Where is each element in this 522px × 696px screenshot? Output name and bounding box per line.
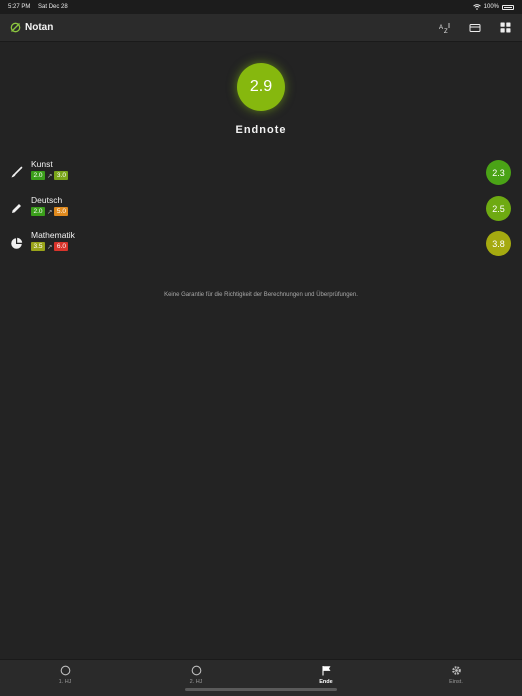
svg-text:A: A	[439, 25, 443, 31]
from-grade-chip: 2.0	[31, 171, 45, 180]
app-title: Notan	[10, 22, 53, 33]
arrow-up-right-icon: ↗	[47, 208, 53, 216]
flag-icon	[320, 664, 332, 676]
subject-name: Kunst	[31, 159, 53, 169]
subject-row-mathematik[interactable]: Mathematik 3.5 ↗ 6.0 3.8	[0, 229, 522, 259]
to-grade-chip: 3.0	[54, 171, 69, 180]
subject-name: Mathematik	[31, 230, 75, 240]
slashed-circle-icon	[10, 22, 21, 33]
tab-label: 2. HJ	[189, 679, 203, 685]
app-title-text: Notan	[25, 22, 54, 33]
final-grade-circle: 2.9	[237, 63, 285, 111]
arrow-up-right-icon: ↗	[47, 172, 53, 180]
from-grade-chip: 2.0	[31, 207, 45, 216]
disclaimer-text: Keine Garantie für die Richtigkeit der B…	[164, 292, 358, 298]
status-time: 5:27 PM	[8, 4, 31, 10]
pie-chart-icon	[9, 236, 23, 250]
tab-label: Einst.	[449, 679, 463, 685]
status-date: Sat Dec 28	[38, 4, 68, 10]
to-grade-chip: 6.0	[54, 242, 69, 251]
subject-row-deutsch[interactable]: Deutsch 2.0 ↗ 5.0 2.5	[0, 194, 522, 224]
result-grade-circle: 3.8	[486, 231, 511, 256]
pencil-icon	[9, 201, 23, 215]
screen: 5:27 PM Sat Dec 28 100% Notan A Z 2.9 En…	[0, 0, 522, 696]
status-bar: 5:27 PM Sat Dec 28 100%	[0, 0, 522, 14]
subject-row-kunst[interactable]: Kunst 2.0 ↗ 3.0 2.3	[0, 158, 522, 188]
battery-percent: 100%	[483, 4, 499, 10]
grade-chips: 2.0 ↗ 3.0	[31, 171, 69, 180]
grade-chips: 3.5 ↗ 6.0	[31, 242, 69, 251]
paintbrush-icon	[9, 165, 23, 179]
circle-icon	[190, 664, 202, 676]
battery-icon	[502, 4, 514, 10]
result-grade-circle: 2.5	[486, 196, 511, 221]
arrow-up-right-icon: ↗	[47, 243, 53, 251]
tab-label: Ende	[319, 679, 333, 685]
subject-name: Deutsch	[31, 195, 63, 205]
card-icon	[469, 23, 481, 32]
final-grade-label: Endnote	[235, 124, 287, 136]
to-grade-chip: 5.0	[54, 207, 69, 216]
status-right: 100%	[472, 4, 514, 10]
sort-az-icon: A Z	[439, 22, 450, 34]
grid-icon	[500, 22, 510, 33]
grade-chips: 2.0 ↗ 5.0	[31, 207, 69, 216]
tab-first-half[interactable]: 1. HJ	[35, 664, 95, 692]
status-left: 5:27 PM Sat Dec 28	[8, 4, 74, 10]
sort-button[interactable]: A Z	[438, 21, 452, 35]
nav-bar: Notan A Z	[0, 14, 522, 42]
wifi-icon	[472, 4, 481, 10]
tab-settings[interactable]: Einst.	[426, 664, 486, 692]
gear-icon	[450, 664, 462, 676]
grid-button[interactable]	[498, 21, 512, 35]
circle-icon	[59, 664, 71, 676]
result-grade-circle: 2.3	[486, 160, 511, 185]
card-button[interactable]	[468, 21, 482, 35]
nav-actions: A Z	[438, 21, 512, 35]
svg-text:Z: Z	[444, 29, 448, 34]
tab-label: 1. HJ	[58, 679, 72, 685]
from-grade-chip: 3.5	[31, 242, 45, 251]
home-indicator	[185, 688, 337, 691]
